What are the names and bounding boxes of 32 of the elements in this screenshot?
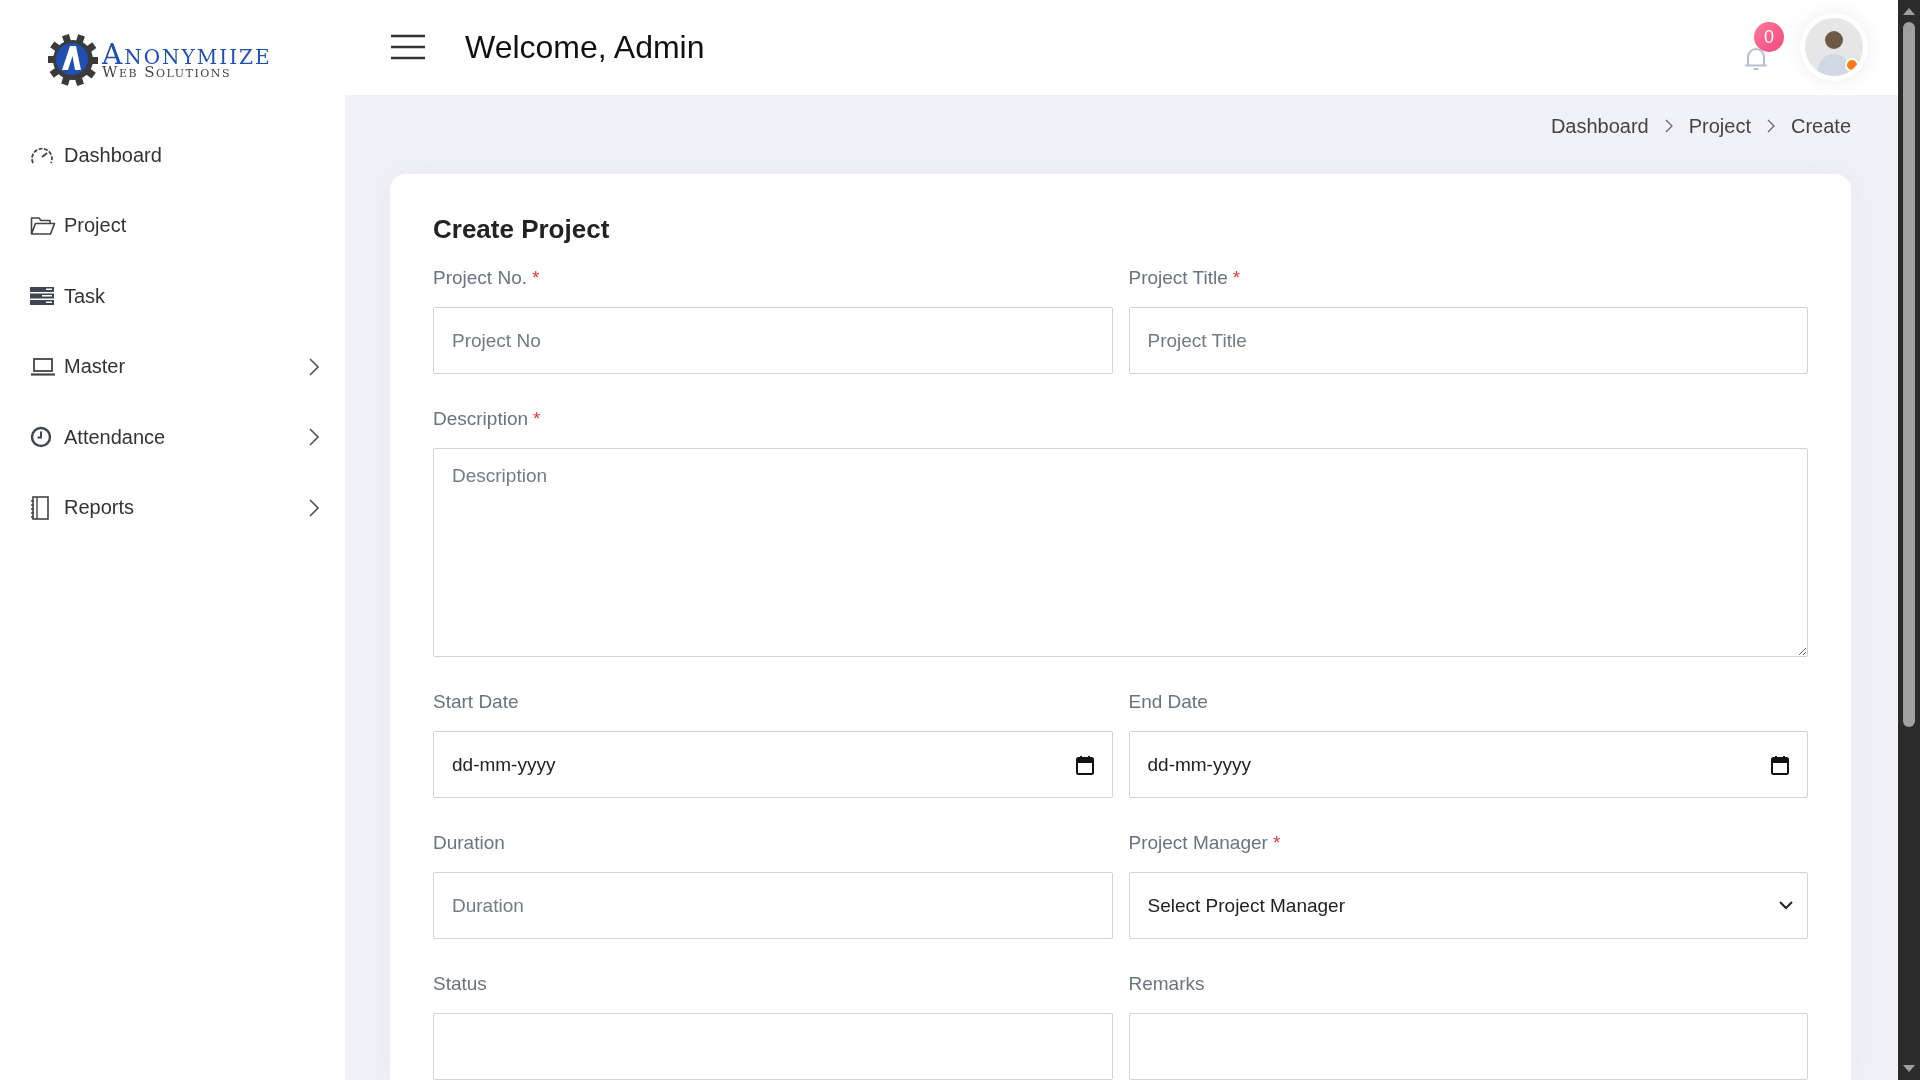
input-field[interactable]: Project No	[433, 307, 1113, 374]
sidebar-item[interactable]: Task	[0, 261, 345, 332]
field-label: End Date	[1128, 691, 1208, 713]
sidebar-item[interactable]: Dashboard	[0, 120, 345, 191]
input-field[interactable]: Project Title	[1128, 307, 1808, 374]
required-mark: *	[1272, 832, 1281, 854]
welcome-title: Welcome, Admin	[465, 28, 706, 66]
field-label: Project Manager	[1128, 832, 1268, 854]
sidebar-item[interactable]: Reports	[0, 472, 345, 543]
sidebar-item[interactable]: Project	[0, 190, 345, 261]
select-field[interactable]: Select Project Manager	[1128, 872, 1808, 939]
description-field[interactable]: Description	[433, 448, 1808, 657]
breadcrumb-item[interactable]: Dashboard	[1550, 114, 1649, 138]
notification-badge: 0	[1754, 22, 1784, 53]
sidebar-item[interactable]: Attendance	[0, 402, 345, 473]
field-label: Start Date	[433, 691, 519, 713]
breadcrumb-item: Create	[1790, 114, 1851, 138]
date-field[interactable]: dd-mm-yyyy	[433, 731, 1113, 798]
sidebar-item[interactable]: Master	[0, 331, 345, 402]
field-label: Duration	[433, 832, 505, 854]
field-label: Project No.	[433, 267, 527, 289]
date-field[interactable]: dd-mm-yyyy	[1128, 731, 1808, 798]
field-label: Description	[433, 408, 529, 430]
required-mark: *	[533, 408, 541, 430]
field-label: Remarks	[1128, 973, 1205, 995]
field-label: Status	[433, 973, 487, 995]
form-title: Create Project	[433, 214, 611, 245]
required-mark: *	[1232, 267, 1241, 289]
field-label: Project Title	[1128, 267, 1228, 289]
input-field[interactable]: Duration	[433, 872, 1113, 939]
required-mark: *	[532, 267, 540, 289]
breadcrumb-item[interactable]: Project	[1688, 114, 1751, 138]
